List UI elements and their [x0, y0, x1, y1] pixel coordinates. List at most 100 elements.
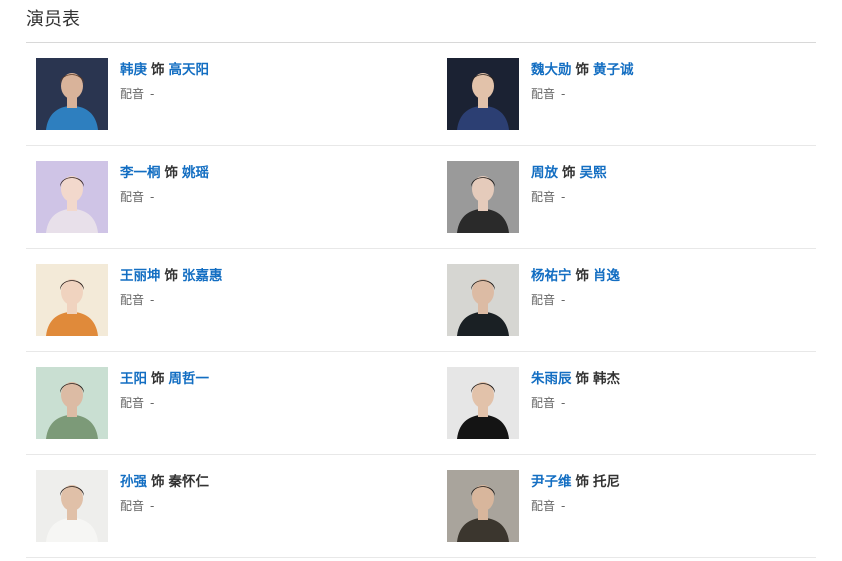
- actor-photo[interactable]: [36, 264, 108, 336]
- actor-name-link[interactable]: 杨祐宁: [531, 268, 572, 284]
- name-line: 王阳饰周哲一: [120, 370, 416, 388]
- role-name[interactable]: 高天阳: [169, 62, 210, 78]
- as-label: 饰: [151, 371, 165, 387]
- actor-name-link[interactable]: 韩庚: [120, 62, 147, 78]
- name-line: 杨祐宁饰肖逸: [531, 267, 827, 285]
- cast-info: 李一桐饰姚瑶 配音 -: [120, 164, 416, 205]
- name-line: 魏大勋饰黄子诚: [531, 61, 827, 79]
- actor-photo[interactable]: [447, 161, 519, 233]
- cast-item[interactable]: 尹子维饰托尼 配音 -: [447, 470, 827, 542]
- cast-info: 魏大勋饰黄子诚 配音 -: [531, 61, 827, 102]
- dub-label: 配音: [531, 499, 556, 513]
- cast-row: 李一桐饰姚瑶 配音 - 周放饰吴熙 配音 -: [26, 146, 816, 249]
- cast-info: 韩庚饰高天阳 配音 -: [120, 61, 416, 102]
- as-label: 饰: [164, 268, 179, 284]
- actor-name-link[interactable]: 王丽坤: [120, 268, 161, 284]
- as-label: 饰: [151, 62, 165, 78]
- dub-line: 配音 -: [531, 86, 827, 102]
- actor-name-link[interactable]: 王阳: [120, 371, 147, 387]
- dub-label: 配音: [120, 87, 145, 101]
- dub-value: -: [150, 499, 155, 513]
- cast-item[interactable]: 孙强饰秦怀仁 配音 -: [36, 470, 416, 542]
- as-label: 饰: [575, 371, 590, 387]
- dub-value: -: [561, 293, 566, 307]
- actor-name-link[interactable]: 孙强: [120, 474, 147, 490]
- cast-item[interactable]: 朱雨辰饰韩杰 配音 -: [447, 367, 827, 439]
- actor-name-link[interactable]: 尹子维: [531, 474, 572, 490]
- cast-list: 韩庚饰高天阳 配音 - 魏大勋饰黄子诚 配音 - 李一桐饰姚瑶 配音 - 周放饰吴熙 配音 - …: [26, 43, 816, 558]
- actor-photo[interactable]: [447, 470, 519, 542]
- cast-item[interactable]: 王阳饰周哲一 配音 -: [36, 367, 416, 439]
- as-label: 饰: [575, 268, 590, 284]
- cast-info: 朱雨辰饰韩杰 配音 -: [531, 370, 827, 411]
- dub-label: 配音: [120, 190, 145, 204]
- actor-photo[interactable]: [36, 367, 108, 439]
- cast-item[interactable]: 周放饰吴熙配音 -: [447, 161, 827, 233]
- role-name: 秦怀仁: [168, 474, 210, 490]
- name-line: 孙强饰秦怀仁: [120, 473, 416, 491]
- role-name[interactable]: 周哲一: [169, 371, 210, 387]
- name-line: 李一桐饰姚瑶: [120, 164, 416, 182]
- dub-value: -: [561, 499, 566, 513]
- cast-info: 杨祐宁饰肖逸 配音 -: [531, 267, 827, 308]
- dub-label: 配音: [531, 293, 556, 307]
- dub-line: 配音 -: [531, 292, 827, 308]
- cast-row: 孙强饰秦怀仁 配音 - 尹子维饰托尼 配音 -: [26, 455, 816, 558]
- name-line: 王丽坤饰张嘉惠: [120, 267, 416, 285]
- actor-photo[interactable]: [36, 470, 108, 542]
- actor-name-link[interactable]: 李一桐: [120, 165, 161, 181]
- cast-info: 王阳饰周哲一 配音 -: [120, 370, 416, 411]
- dub-line: 配音 -: [531, 189, 827, 205]
- cast-item[interactable]: 王丽坤饰张嘉惠 配音 -: [36, 264, 416, 336]
- dub-label: 配音: [120, 293, 145, 307]
- dub-label: 配音: [531, 87, 556, 101]
- cast-item[interactable]: 韩庚饰高天阳 配音 -: [36, 58, 416, 130]
- actor-photo[interactable]: [447, 58, 519, 130]
- name-line: 韩庚饰高天阳: [120, 61, 416, 79]
- role-name[interactable]: 吴熙: [580, 165, 607, 181]
- as-label: 饰: [562, 165, 576, 181]
- dub-line: 配音 -: [120, 498, 416, 514]
- dub-value: -: [561, 190, 566, 204]
- name-line: 周放饰吴熙: [531, 164, 827, 182]
- dub-value: -: [150, 190, 155, 204]
- role-name[interactable]: 姚瑶: [182, 165, 209, 181]
- dub-value: -: [561, 396, 566, 410]
- dub-line: 配音 -: [531, 395, 827, 411]
- actor-name-link[interactable]: 魏大勋: [531, 62, 572, 78]
- as-label: 饰: [575, 62, 590, 78]
- cast-item[interactable]: 魏大勋饰黄子诚 配音 -: [447, 58, 827, 130]
- name-line: 朱雨辰饰韩杰: [531, 370, 827, 388]
- role-name[interactable]: 黄子诚: [593, 62, 634, 78]
- role-name: 托尼: [593, 474, 620, 490]
- dub-value: -: [150, 87, 155, 101]
- actor-photo[interactable]: [36, 161, 108, 233]
- dub-line: 配音 -: [120, 86, 416, 102]
- dub-line: 配音 -: [120, 292, 416, 308]
- actor-photo[interactable]: [36, 58, 108, 130]
- cast-row: 王阳饰周哲一 配音 - 朱雨辰饰韩杰 配音 -: [26, 352, 816, 455]
- cast-item[interactable]: 李一桐饰姚瑶 配音 -: [36, 161, 416, 233]
- dub-value: -: [561, 87, 566, 101]
- cast-section-title: 演员表: [26, 9, 80, 30]
- role-name[interactable]: 肖逸: [593, 268, 620, 284]
- cast-info: 孙强饰秦怀仁 配音 -: [120, 473, 416, 514]
- dub-line: 配音 -: [531, 498, 827, 514]
- cast-info: 周放饰吴熙配音 -: [531, 164, 827, 205]
- as-label: 饰: [151, 474, 165, 490]
- as-label: 饰: [575, 474, 590, 490]
- cast-row: 韩庚饰高天阳 配音 - 魏大勋饰黄子诚 配音 -: [26, 43, 816, 146]
- actor-name-link[interactable]: 周放: [531, 165, 558, 181]
- dub-label: 配音: [120, 499, 145, 513]
- dub-value: -: [150, 293, 155, 307]
- role-name[interactable]: 张嘉惠: [182, 268, 223, 284]
- actor-photo[interactable]: [447, 367, 519, 439]
- cast-info: 王丽坤饰张嘉惠 配音 -: [120, 267, 416, 308]
- actor-photo[interactable]: [447, 264, 519, 336]
- actor-name-link[interactable]: 朱雨辰: [531, 371, 572, 387]
- dub-label: 配音: [531, 396, 556, 410]
- cast-item[interactable]: 杨祐宁饰肖逸 配音 -: [447, 264, 827, 336]
- dub-line: 配音 -: [120, 189, 416, 205]
- role-name: 韩杰: [593, 371, 620, 387]
- name-line: 尹子维饰托尼: [531, 473, 827, 491]
